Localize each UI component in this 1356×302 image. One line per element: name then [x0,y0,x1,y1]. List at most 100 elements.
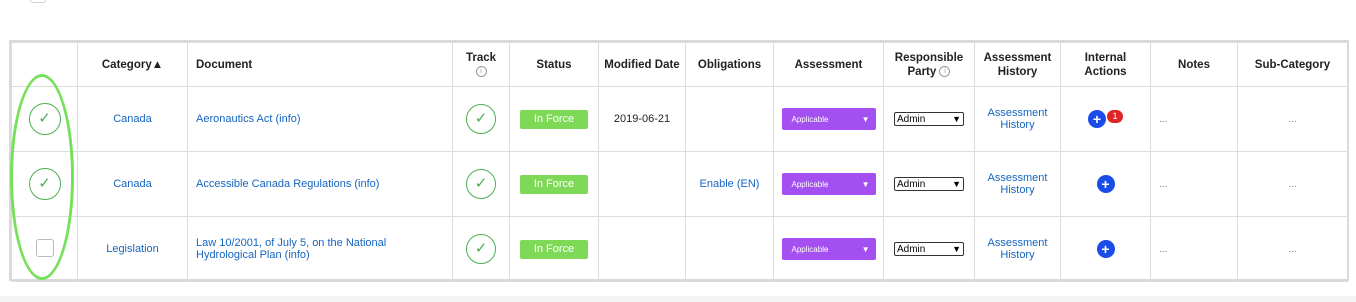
sort-ascending-icon: ▲ [151,58,164,71]
assessment-column-header[interactable]: Assessment [773,42,884,87]
internal-actions-cell: + [1060,151,1151,217]
category-column-header[interactable]: Category▲ [77,42,188,87]
responsible-party-column-header[interactable]: Responsible Party i [883,42,975,87]
assessment-history-cell: Assessment History [974,216,1061,282]
action-count-badge: 1 [1107,110,1123,123]
notes-value: ... [1159,114,1168,125]
document-column-header[interactable]: Document [187,42,453,87]
track-column-header[interactable]: Track i [452,42,510,87]
history-link-line2: History [1000,184,1035,196]
internal-actions-column-header[interactable]: Internal Actions [1060,42,1151,87]
category-link[interactable]: Legislation [106,243,159,255]
chevron-down-icon: ▼ [861,244,870,254]
select-all-checkbox[interactable] [30,0,46,3]
responsible-party-value: Admin [897,243,926,255]
status-cell: In Force [509,86,599,152]
info-icon[interactable]: i [475,65,487,77]
obligations-cell: Enable (EN) [685,151,774,217]
internal-actions-header-label-1: Internal [1084,51,1127,64]
document-link-line1: Law 10/2001, of July 5, on the National [196,237,387,249]
responsible-party-select[interactable]: Admin ▼ [894,242,964,256]
assessment-dropdown[interactable]: Applicable ▼ [781,173,876,195]
internal-actions-header-label-2: Actions [1084,65,1127,78]
notes-column-header[interactable]: Notes [1150,42,1238,87]
sub-category-cell[interactable]: ... [1237,151,1348,217]
modified-date-cell [598,151,686,217]
chevron-down-icon: ▼ [861,179,870,189]
category-link[interactable]: Canada [113,178,152,190]
responsible-header-label: Responsible [894,51,964,64]
responsible-party-value: Admin [897,113,926,125]
chevron-down-icon: ▼ [952,179,961,189]
row-select-cell[interactable]: ✓ [11,151,78,217]
history-link-line2: History [1000,249,1035,261]
table-row: ✓ Canada Accessible Canada Regulations (… [11,151,1348,217]
assessment-history-cell: Assessment History [974,151,1061,217]
selected-check-icon[interactable]: ✓ [28,168,61,200]
assessment-dropdown[interactable]: Applicable ▼ [781,238,876,260]
add-action-button[interactable]: + [1096,240,1115,258]
modified-date-column-header[interactable]: Modified Date [598,42,686,87]
add-action-button[interactable]: + [1096,175,1115,193]
track-cell: ✓ [452,151,510,217]
category-cell: Legislation [77,216,188,282]
assessment-dropdown[interactable]: Applicable ▼ [781,108,876,130]
document-link-line2: Hydrological Plan (info) [196,249,310,261]
modified-date-cell [598,216,686,282]
track-check-icon[interactable]: ✓ [466,234,496,264]
row-checkbox[interactable] [35,238,54,257]
notes-cell[interactable]: ... [1150,216,1238,282]
obligations-column-header[interactable]: Obligations [685,42,774,87]
track-check-icon[interactable]: ✓ [466,104,496,134]
responsible-party-select[interactable]: Admin ▼ [894,112,964,126]
responsible-party-cell: Admin ▼ [883,151,975,217]
category-cell: Canada [77,86,188,152]
assessment-history-cell: Assessment History [974,86,1061,152]
assessment-history-column-header[interactable]: Assessment History [974,42,1061,87]
assessment-history-link[interactable]: Assessment History [988,172,1048,196]
row-select-cell[interactable] [11,216,78,282]
document-header-label: Document [196,58,253,71]
history-link-line2: History [1000,119,1035,131]
info-icon[interactable]: i [939,65,951,77]
sub-category-value: ... [1288,114,1297,125]
selected-check-icon[interactable]: ✓ [28,103,61,135]
document-link[interactable]: Law 10/2001, of July 5, on the National H… [196,237,386,261]
status-badge: In Force [520,109,588,129]
notes-header-label: Notes [1178,58,1210,71]
header-row: Category▲ Document Track i Status Modifie… [11,42,1348,87]
assessment-history-link[interactable]: Assessment History [988,237,1048,261]
document-cell: Accessible Canada Regulations (info) [187,151,453,217]
assessment-cell: Applicable ▼ [773,216,884,282]
sub-category-column-header[interactable]: Sub-Category [1237,42,1348,87]
add-action-button[interactable]: + [1088,110,1106,128]
sub-category-cell[interactable]: ... [1237,86,1348,152]
notes-cell[interactable]: ... [1150,151,1238,217]
sub-category-cell[interactable]: ... [1237,216,1348,282]
assessment-history-link[interactable]: Assessment History [988,107,1048,131]
internal-actions-cell: +1 [1060,86,1151,152]
obligations-link[interactable]: Enable (EN) [700,178,760,190]
assessment-cell: Applicable ▼ [773,86,884,152]
party-header-label: Party [907,65,937,78]
modified-date-header-label: Modified Date [604,58,680,71]
category-link[interactable]: Canada [113,113,152,125]
notes-cell[interactable]: ... [1150,86,1238,152]
status-column-header[interactable]: Status [509,42,599,87]
assessment-history-header-label-2: History [997,65,1038,78]
row-select-cell[interactable]: ✓ [11,86,78,152]
document-link[interactable]: Accessible Canada Regulations (info) [196,178,379,190]
track-check-icon[interactable]: ✓ [466,169,496,199]
assessment-value: Applicable [791,179,829,189]
obligations-header-label: Obligations [697,58,762,71]
status-cell: In Force [509,216,599,282]
assessment-value: Applicable [791,114,829,124]
chevron-down-icon: ▼ [861,114,870,124]
assessment-history-header-label-1: Assessment [983,51,1052,64]
responsible-party-value: Admin [897,178,926,190]
responsible-party-select[interactable]: Admin ▼ [894,177,964,191]
notes-value: ... [1159,244,1168,255]
document-link[interactable]: Aeronautics Act (info) [196,113,301,125]
history-link-line1: Assessment [987,172,1048,184]
modified-date-value: 2019-06-21 [613,113,671,125]
